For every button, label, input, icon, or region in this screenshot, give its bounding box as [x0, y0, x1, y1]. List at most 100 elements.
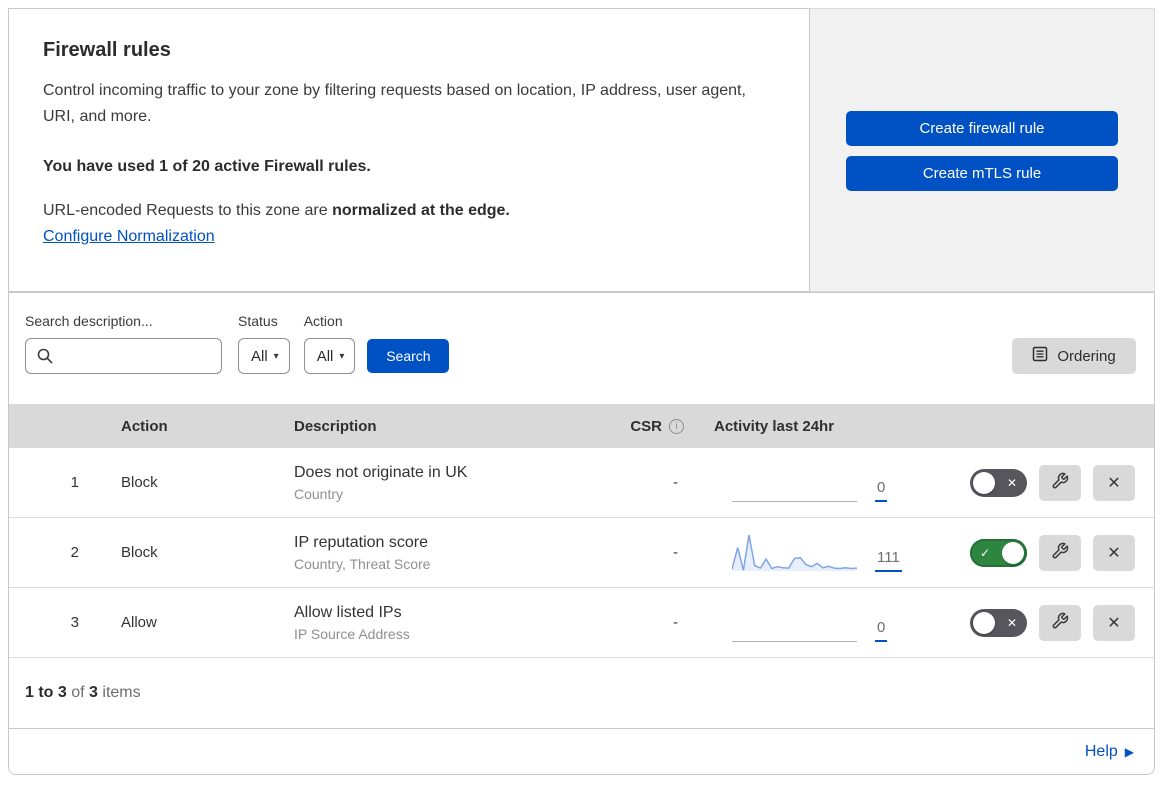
items-total: 3 [89, 684, 98, 701]
wrench-icon [1051, 612, 1069, 633]
list-document-icon [1032, 346, 1048, 366]
rule-description-cell: Allow listed IPs IP Source Address [274, 604, 599, 642]
edit-rule-button[interactable] [1039, 604, 1081, 641]
activity-sparkline [732, 462, 857, 502]
configure-normalization-link[interactable]: Configure Normalization [43, 228, 215, 246]
rule-controls: ✕ ✕ [939, 464, 1154, 501]
firewall-rules-page: Firewall rules Control incoming traffic … [0, 0, 1161, 775]
normalization-note: URL-encoded Requests to this zone are no… [43, 202, 775, 220]
status-value: All [251, 347, 268, 365]
rule-csr-value: - [673, 474, 678, 491]
table-header: Action Description CSR i Activity last 2… [9, 404, 1154, 448]
rule-enabled-toggle[interactable]: ✕ [970, 608, 1027, 637]
edit-rule-button[interactable] [1039, 464, 1081, 501]
action-select[interactable]: All ▾ [303, 338, 356, 374]
wrench-icon [1051, 472, 1069, 493]
edit-rule-button[interactable] [1039, 534, 1081, 571]
rules-list-card: Search description... Status All ▾ Actio… [8, 292, 1155, 775]
filter-bar: Search description... Status All ▾ Actio… [9, 293, 1154, 404]
toggle-knob [973, 471, 995, 494]
toggle-knob [1002, 541, 1024, 564]
rule-enabled-toggle[interactable]: ✓ [970, 538, 1027, 567]
top-section: Firewall rules Control incoming traffic … [8, 8, 1155, 292]
rule-activity-cell: 0 [694, 588, 939, 657]
rule-description-cell: Does not originate in UK Country [274, 464, 599, 502]
rule-priority: 3 [70, 614, 79, 631]
toggle-knob [973, 611, 995, 634]
table-body: 1 Block Does not originate in UK Country… [9, 448, 1154, 658]
rule-enabled-toggle[interactable]: ✕ [970, 468, 1027, 497]
intro-card: Firewall rules Control incoming traffic … [8, 8, 810, 292]
items-of: of [66, 684, 90, 701]
table-row: 3 Allow Allow listed IPs IP Source Addre… [9, 588, 1154, 658]
action-filter: Action All ▾ [303, 313, 356, 374]
cta-panel: Create firewall rule Create mTLS rule [810, 8, 1155, 292]
page-description: Control incoming traffic to your zone by… [43, 82, 746, 125]
close-icon: ✕ [1107, 614, 1121, 632]
search-box [25, 338, 222, 374]
rule-csr-value: - [673, 614, 678, 631]
rule-description-cell: IP reputation score Country, Threat Scor… [274, 534, 599, 572]
wrench-icon [1051, 542, 1069, 563]
close-icon: ✕ [1107, 474, 1121, 492]
search-input[interactable] [25, 338, 222, 374]
usage-summary: You have used 1 of 20 active Firewall ru… [43, 158, 371, 175]
arrow-right-icon: ▶ [1124, 744, 1134, 759]
help-label: Help [1084, 742, 1118, 760]
header-csr-label: CSR [630, 417, 662, 435]
page-title: Firewall rules [43, 39, 171, 61]
header-csr: CSR i [599, 418, 694, 435]
rule-action: Allow [121, 614, 157, 631]
ordering-button-label: Ordering [1057, 347, 1116, 365]
rule-description: IP reputation score [294, 533, 429, 551]
normalization-text: URL-encoded Requests to this zone are [43, 202, 333, 219]
toggle-state-icon: ✕ [1006, 475, 1017, 490]
help-footer: Help ▶ [9, 729, 1154, 774]
status-filter: Status All ▾ [238, 313, 290, 374]
items-range: 1 to 3 [25, 684, 67, 701]
toggle-state-icon: ✓ [980, 545, 991, 560]
action-label: Action [303, 313, 343, 329]
search-label: Search description... [25, 313, 153, 329]
search-field: Search description... [25, 313, 222, 374]
create-mtls-rule-button[interactable]: Create mTLS rule [846, 156, 1118, 191]
sparkline-chart [731, 534, 858, 571]
close-icon: ✕ [1107, 544, 1121, 562]
search-button[interactable]: Search [367, 339, 450, 373]
rule-match-fields: Country [294, 485, 344, 502]
items-count-footer: 1 to 3 of 3 items [9, 658, 1154, 729]
delete-rule-button[interactable]: ✕ [1093, 464, 1135, 501]
toggle-state-icon: ✕ [1006, 615, 1017, 630]
info-icon[interactable]: i [669, 418, 684, 434]
chevron-down-icon: ▾ [273, 350, 279, 362]
table-row: 2 Block IP reputation score Country, Thr… [9, 518, 1154, 588]
activity-count-link[interactable]: 0 [875, 619, 888, 642]
rule-match-fields: Country, Threat Score [294, 555, 431, 572]
rule-csr-value: - [673, 544, 678, 561]
status-select[interactable]: All ▾ [238, 338, 290, 374]
activity-count-link[interactable]: 0 [875, 479, 888, 502]
ordering-button[interactable]: Ordering [1012, 338, 1136, 374]
rule-activity-cell: 111 [694, 518, 939, 587]
rule-priority: 1 [70, 474, 79, 491]
rule-action: Block [121, 544, 158, 561]
activity-count-link[interactable]: 111 [875, 549, 902, 572]
create-firewall-rule-button[interactable]: Create firewall rule [846, 111, 1118, 146]
status-label: Status [238, 313, 278, 329]
activity-sparkline [732, 602, 857, 642]
header-description: Description [294, 417, 377, 435]
rule-activity-cell: 0 [694, 448, 939, 517]
activity-sparkline [731, 532, 858, 572]
rule-match-fields: IP Source Address [294, 625, 410, 642]
action-value: All [316, 347, 334, 365]
chevron-down-icon: ▾ [339, 350, 345, 362]
rule-priority: 2 [70, 544, 79, 561]
items-word: items [97, 684, 141, 701]
rule-description: Does not originate in UK [294, 463, 468, 481]
delete-rule-button[interactable]: ✕ [1093, 604, 1135, 641]
header-activity: Activity last 24hr [714, 417, 835, 435]
help-link[interactable]: Help ▶ [1085, 743, 1134, 761]
rule-description: Allow listed IPs [294, 603, 402, 621]
delete-rule-button[interactable]: ✕ [1093, 534, 1135, 571]
header-action: Action [121, 417, 168, 435]
